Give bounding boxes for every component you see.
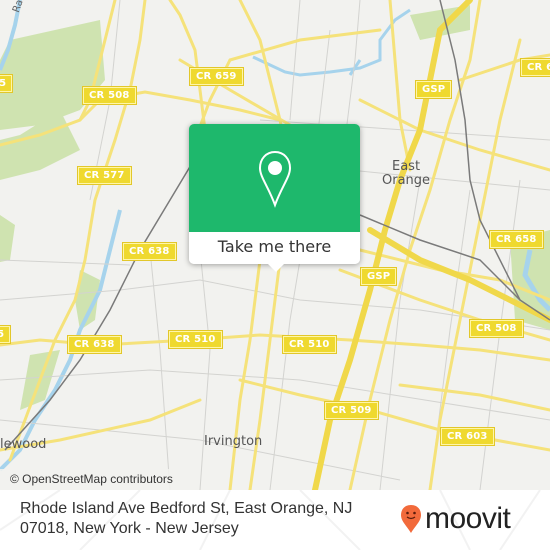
railway — [4, 149, 201, 451]
footer: Rhode Island Ave Bedford St, East Orange… — [0, 490, 550, 550]
road-shield-cr603: CR 603 — [441, 428, 494, 445]
place-label-irvington: Irvington — [204, 434, 263, 449]
moovit-wordmark: moovit — [425, 502, 511, 535]
road-shield-cr6: CR 6 — [521, 59, 550, 76]
road-shield-cr5: CR 5 — [0, 326, 11, 343]
road-shield-cr508: CR 508 — [470, 320, 523, 337]
take-me-there-button[interactable]: Take me there — [189, 232, 360, 264]
road-shield-cr509: CR 509 — [325, 402, 378, 419]
road-shield-gsp: GSP — [416, 81, 452, 98]
popup-pointer — [267, 263, 285, 272]
road-shield-cr5: CR 5 — [0, 75, 13, 92]
destination-popup: Take me there — [189, 124, 360, 272]
road-shield-cr510: CR 510 — [169, 331, 222, 348]
road-shield-cr658: CR 658 — [490, 231, 543, 248]
moovit-logo[interactable]: moovit — [400, 502, 511, 535]
road-shield-cr638: CR 638 — [123, 243, 176, 260]
road-shield-cr577: CR 577 — [78, 167, 131, 184]
place-label-maplewood: lewood — [0, 437, 47, 452]
address-text: Rhode Island Ave Bedford St, East Orange… — [20, 500, 353, 537]
location-pin-icon — [258, 150, 292, 208]
moovit-pin-icon — [401, 505, 421, 533]
park-area — [0, 20, 105, 130]
road-shield-cr510: CR 510 — [283, 336, 336, 353]
popup-header — [189, 124, 360, 232]
river — [252, 8, 411, 77]
road-shield-cr508: CR 508 — [83, 87, 136, 104]
road-shield-cr638: CR 638 — [68, 336, 121, 353]
road-shield-gsp: GSP — [361, 268, 397, 285]
place-label-east-orange: East Orange — [382, 159, 431, 188]
road-shield-cr659: CR 659 — [190, 68, 243, 85]
park-area — [0, 215, 15, 262]
map[interactable]: CR 659 CR 508 CR 577 CR 638 CR 638 CR 51… — [0, 0, 550, 490]
map-attribution[interactable]: © OpenStreetMap contributors — [0, 469, 179, 490]
